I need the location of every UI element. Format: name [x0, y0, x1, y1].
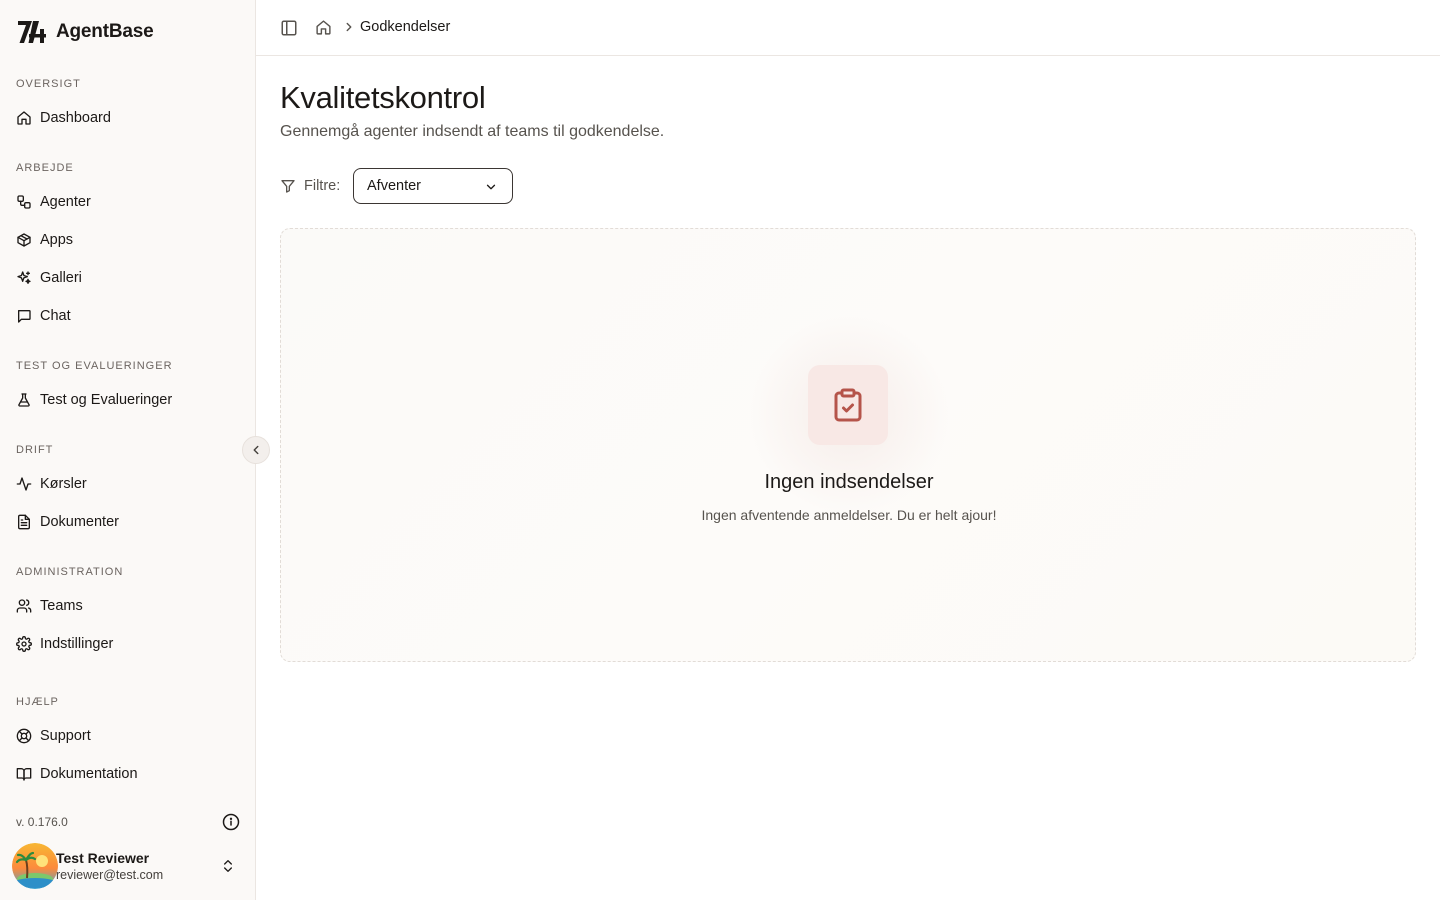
sidebar-item-dokumenter[interactable]: Dokumenter — [8, 506, 246, 538]
sidebar-item-test-og-evalueringer[interactable]: Test og Evalueringer — [8, 384, 246, 416]
section-label-oversigt: OVERSIGT — [16, 78, 81, 90]
section-label-administration: ADMINISTRATION — [16, 566, 124, 578]
sidebar-item-label: Dashboard — [40, 110, 111, 126]
user-info: Test Reviewer reviewer@test.com — [56, 850, 163, 882]
sidebar: AgentBase OVERSIGT Dashboard ARBEJDE Age… — [0, 0, 256, 900]
empty-state-card: Ingen indsendelser Ingen afventende anme… — [280, 228, 1416, 662]
info-icon[interactable] — [222, 813, 240, 831]
sidebar-item-label: Kørsler — [40, 476, 87, 492]
sidebar-item-support[interactable]: Support — [8, 720, 246, 752]
sidebar-item-indstillinger[interactable]: Indstillinger — [8, 628, 246, 660]
chevron-right-icon — [346, 22, 352, 32]
user-name: Test Reviewer — [56, 850, 150, 866]
sidebar-item-label: Teams — [40, 598, 83, 614]
user-menu[interactable]: Test Reviewer reviewer@test.com — [12, 842, 248, 890]
workflow-icon — [17, 195, 31, 209]
section-label-test: TEST OG EVALUERINGER — [16, 360, 173, 372]
chevron-down-icon — [486, 184, 496, 190]
page-title: Kvalitetskontrol — [280, 80, 486, 115]
box-icon — [17, 233, 31, 247]
filter-icon — [281, 180, 295, 193]
gear-icon — [16, 636, 32, 652]
lifebuoy-icon — [16, 728, 32, 744]
sidebar-item-galleri[interactable]: Galleri — [8, 262, 246, 294]
breadcrumb-home-icon[interactable] — [315, 19, 332, 36]
home-icon — [17, 111, 31, 125]
section-label-hjaelp: HJÆLP — [16, 696, 59, 708]
page-subtitle: Gennemgå agenter indsendt af teams til g… — [280, 123, 665, 140]
sidebar-item-dokumentation[interactable]: Dokumentation — [8, 758, 246, 790]
sidebar-item-label: Test og Evalueringer — [40, 392, 173, 408]
flask-icon — [18, 393, 30, 407]
collapse-sidebar-button[interactable] — [242, 436, 270, 464]
avatar — [12, 843, 58, 889]
app-version: v. 0.176.0 — [16, 815, 68, 829]
agentbase-logo-icon — [18, 21, 46, 43]
sidebar-item-label: Agenter — [40, 194, 91, 210]
sidebar-item-label: Support — [40, 728, 91, 744]
sidebar-item-apps[interactable]: Apps — [8, 224, 246, 256]
empty-state-icon-box — [808, 365, 888, 445]
status-filter-value: Afventer — [367, 178, 421, 194]
toggle-sidebar-icon[interactable] — [280, 19, 298, 37]
avatar-island-image — [12, 843, 58, 889]
document-icon — [18, 514, 30, 530]
activity-icon — [16, 477, 32, 491]
sidebar-item-label: Galleri — [40, 270, 82, 286]
app-name: AgentBase — [56, 21, 154, 42]
breadcrumb-current: Godkendelser — [360, 19, 451, 35]
filter-label: Filtre: — [304, 178, 341, 194]
users-icon — [16, 599, 32, 613]
section-label-arbejde: ARBEJDE — [16, 162, 74, 174]
chat-bubble-icon — [18, 310, 31, 323]
sidebar-item-label: Dokumenter — [40, 514, 119, 530]
sidebar-item-label: Apps — [40, 232, 74, 248]
status-filter-select[interactable]: Afventer — [353, 168, 513, 204]
brand[interactable]: AgentBase — [16, 18, 154, 46]
sidebar-item-label: Chat — [40, 308, 71, 324]
sidebar-item-teams[interactable]: Teams — [8, 590, 246, 622]
sparkles-icon — [17, 271, 31, 284]
sidebar-item-chat[interactable]: Chat — [8, 300, 246, 332]
book-icon — [16, 768, 32, 781]
sidebar-item-label: Indstillinger — [40, 636, 114, 652]
chevron-left-icon — [253, 445, 259, 455]
empty-state-title: Ingen indsendelser — [764, 471, 934, 493]
topbar: Godkendelser — [256, 0, 1440, 56]
sidebar-item-agenter[interactable]: Agenter — [8, 186, 246, 218]
clipboard-check-icon — [834, 388, 862, 422]
sidebar-item-korsler[interactable]: Kørsler — [8, 468, 246, 500]
section-label-drift: DRIFT — [16, 444, 54, 456]
sidebar-item-dashboard[interactable]: Dashboard — [8, 102, 246, 134]
chevrons-up-down-icon — [224, 860, 232, 872]
user-email: reviewer@test.com — [56, 868, 164, 882]
sidebar-item-label: Dokumentation — [40, 766, 138, 782]
empty-state-text: Ingen afventende anmeldelser. Du er helt… — [701, 507, 997, 523]
